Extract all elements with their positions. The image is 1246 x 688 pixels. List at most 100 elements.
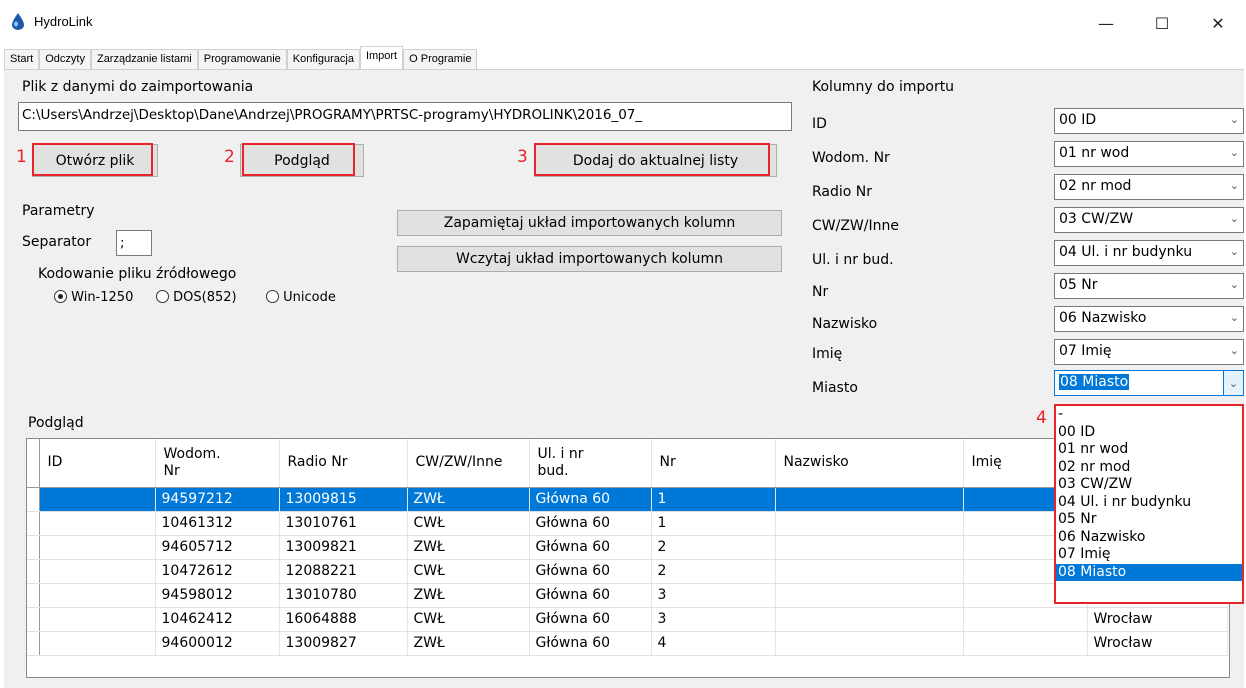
table-cell[interactable]: 1 [651, 487, 776, 512]
dropdown-option[interactable]: 04 Ul. i nr budynku [1056, 494, 1242, 512]
table-cell[interactable]: Główna 60 [529, 607, 652, 632]
table-cell[interactable] [775, 511, 964, 536]
tab-programowanie[interactable]: Programowanie [197, 49, 287, 70]
row-header[interactable] [27, 535, 40, 560]
table-cell[interactable]: 3 [651, 583, 776, 608]
tab-start[interactable]: Start [4, 49, 40, 70]
table-row[interactable]: 10462412 16064888 CWŁ Główna 60 3 Wrocław [27, 607, 1228, 632]
column-select-street[interactable]: 04 Ul. i nr budynku ⌄ [1054, 240, 1244, 266]
table-cell[interactable]: ZWŁ [407, 535, 530, 560]
column-header[interactable]: Nazwisko [775, 439, 964, 488]
table-cell[interactable]: CWŁ [407, 607, 530, 632]
dropdown-option[interactable]: 03 CW/ZW [1056, 476, 1242, 494]
table-cell[interactable] [39, 487, 156, 512]
table-cell[interactable] [39, 631, 156, 656]
column-select-cwzw[interactable]: 03 CW/ZW ⌄ [1054, 207, 1244, 233]
table-cell[interactable]: ZWŁ [407, 487, 530, 512]
table-cell[interactable] [775, 607, 964, 632]
table-cell[interactable]: CWŁ [407, 559, 530, 584]
table-cell[interactable] [775, 631, 964, 656]
row-header[interactable] [27, 631, 40, 656]
table-row[interactable]: 94597212 13009815 ZWŁ Główna 60 1 [27, 487, 1228, 512]
row-header[interactable] [27, 607, 40, 632]
table-cell[interactable]: 13010761 [279, 511, 408, 536]
table-cell[interactable]: 10472612 [155, 559, 280, 584]
separator-input[interactable]: ; [116, 230, 152, 256]
table-cell[interactable]: Wrocław [1087, 631, 1228, 656]
table-cell[interactable] [39, 535, 156, 560]
load-layout-button[interactable]: Wczytaj układ importowanych kolumn [397, 246, 782, 272]
table-cell[interactable]: 12088221 [279, 559, 408, 584]
row-header[interactable] [27, 583, 40, 608]
row-header[interactable] [27, 559, 40, 584]
tab-konfiguracja[interactable]: Konfiguracja [286, 49, 360, 70]
table-cell[interactable] [39, 583, 156, 608]
dropdown-option[interactable]: 05 Nr [1056, 511, 1242, 529]
table-cell[interactable]: 2 [651, 535, 776, 560]
dropdown-option[interactable]: - [1056, 406, 1242, 424]
minimize-button[interactable]: — [1084, 10, 1128, 36]
column-header[interactable]: Ul. i nr bud. [529, 439, 652, 488]
table-cell[interactable]: 10461312 [155, 511, 280, 536]
table-cell[interactable]: 94600012 [155, 631, 280, 656]
column-select-imie[interactable]: 07 Imię ⌄ [1054, 339, 1244, 365]
table-cell[interactable] [39, 511, 156, 536]
table-row[interactable]: 10472612 12088221 CWŁ Główna 60 2 [27, 559, 1228, 584]
preview-grid[interactable]: ID Wodom. Nr Radio Nr CW/ZW/Inne Ul. i nr bud.… [26, 438, 1230, 678]
table-row[interactable]: 10461312 13010761 CWŁ Główna 60 1 [27, 511, 1228, 536]
table-cell[interactable]: 10462412 [155, 607, 280, 632]
file-path-input[interactable]: C:\Users\Andrzej\Desktop\Dane\Andrzej\PR… [18, 102, 792, 131]
table-cell[interactable] [775, 559, 964, 584]
table-cell[interactable]: Główna 60 [529, 487, 652, 512]
maximize-button[interactable]: ☐ [1140, 10, 1184, 36]
table-cell[interactable]: 94597212 [155, 487, 280, 512]
column-header[interactable]: Radio Nr [279, 439, 408, 488]
table-cell[interactable]: 2 [651, 559, 776, 584]
table-cell[interactable]: Główna 60 [529, 559, 652, 584]
table-row[interactable]: 94600012 13009827 ZWŁ Główna 60 4 Wrocław [27, 631, 1228, 656]
table-cell[interactable]: 4 [651, 631, 776, 656]
column-header[interactable]: ID [39, 439, 156, 488]
dropdown-option[interactable]: 02 nr mod [1056, 459, 1242, 477]
table-cell[interactable]: Wrocław [1087, 607, 1228, 632]
table-cell[interactable]: Główna 60 [529, 535, 652, 560]
row-header[interactable] [27, 487, 40, 512]
column-select-id[interactable]: 00 ID ⌄ [1054, 108, 1244, 134]
column-select-miasto[interactable]: 08 Miasto ⌄ [1054, 370, 1244, 396]
close-button[interactable]: ✕ [1196, 10, 1240, 36]
column-select-wodom[interactable]: 01 nr wod ⌄ [1054, 141, 1244, 167]
tab-zarzadzanie-listami[interactable]: Zarządzanie listami [90, 49, 198, 70]
table-cell[interactable]: 16064888 [279, 607, 408, 632]
table-cell[interactable]: 13009827 [279, 631, 408, 656]
table-cell[interactable]: Główna 60 [529, 631, 652, 656]
chevron-down-icon[interactable]: ⌄ [1223, 371, 1243, 395]
table-cell[interactable] [963, 607, 1088, 632]
table-cell[interactable] [775, 487, 964, 512]
dropdown-option[interactable]: 00 ID [1056, 424, 1242, 442]
dropdown-option[interactable]: 08 Miasto [1056, 563, 1242, 581]
encoding-radio-dos852[interactable]: DOS(852) [156, 290, 237, 305]
column-select-radio[interactable]: 02 nr mod ⌄ [1054, 174, 1244, 200]
table-cell[interactable]: 94605712 [155, 535, 280, 560]
save-layout-button[interactable]: Zapamiętaj układ importowanych kolumn [397, 210, 782, 236]
row-header[interactable] [27, 511, 40, 536]
table-row[interactable]: 94605712 13009821 ZWŁ Główna 60 2 [27, 535, 1228, 560]
encoding-radio-unicode[interactable]: Unicode [266, 290, 336, 305]
table-cell[interactable]: CWŁ [407, 511, 530, 536]
encoding-radio-win1250[interactable]: Win-1250 [54, 290, 133, 305]
table-row[interactable]: 9459801213010780ZWŁGłówna 603Wrocław [27, 583, 1228, 608]
column-select-nr[interactable]: 05 Nr ⌄ [1054, 273, 1244, 299]
column-select-nazwisko[interactable]: 06 Nazwisko ⌄ [1054, 306, 1244, 332]
table-cell[interactable] [39, 607, 156, 632]
dropdown-option[interactable]: 01 nr wod [1056, 441, 1242, 459]
table-cell[interactable]: 13009815 [279, 487, 408, 512]
dropdown-option[interactable]: 06 Nazwisko [1056, 529, 1242, 547]
table-cell[interactable] [963, 631, 1088, 656]
column-dropdown-list[interactable]: -00 ID 01 nr wod 02 nr mod 03 CW/ZW 04 Ul. i… [1054, 404, 1244, 604]
tab-import[interactable]: Import [359, 46, 404, 70]
table-cell[interactable]: Główna 60 [529, 583, 652, 608]
tab-odczyty[interactable]: Odczyty [39, 49, 91, 70]
table-cell[interactable] [39, 559, 156, 584]
table-cell[interactable]: 1 [651, 511, 776, 536]
table-cell[interactable] [775, 583, 964, 608]
